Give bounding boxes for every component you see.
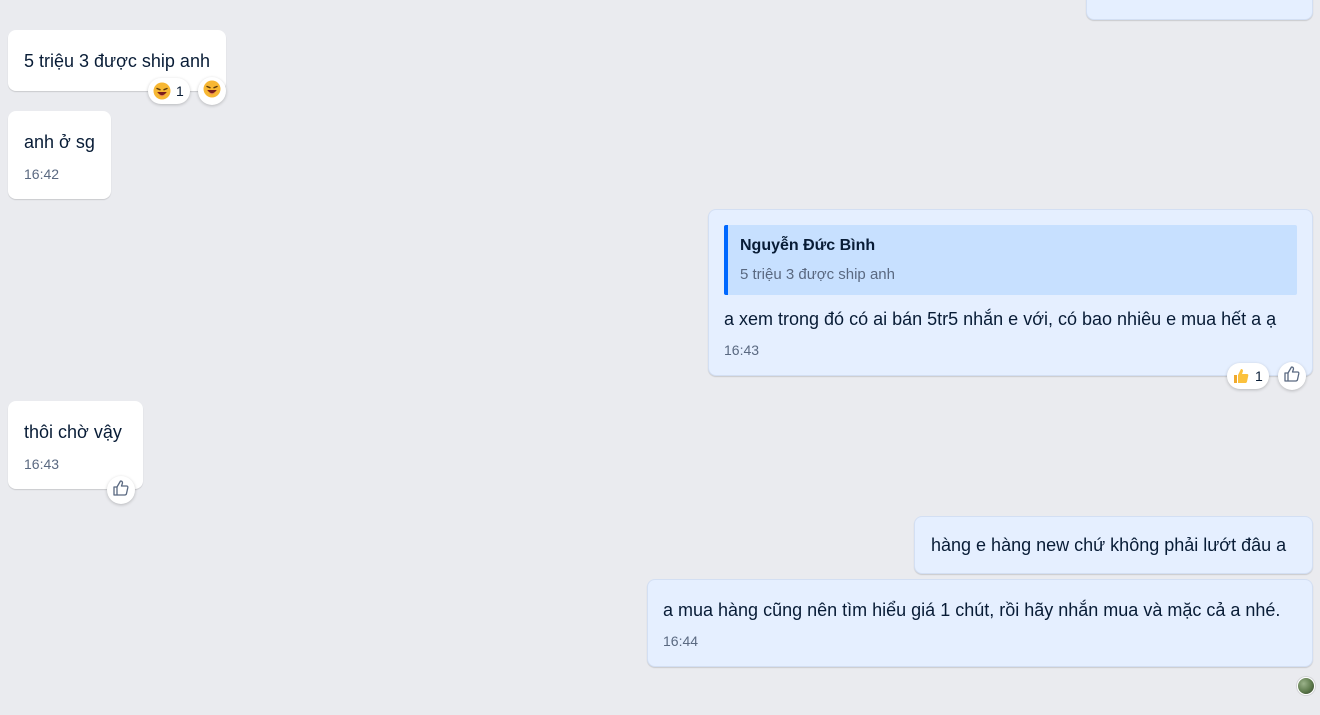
- message-bubble-partial[interactable]: [1086, 0, 1313, 20]
- message-time: 16:44: [663, 633, 699, 649]
- reaction-summary[interactable]: 1: [1227, 363, 1269, 389]
- message-text: anh ở sg: [24, 132, 95, 152]
- quoted-message[interactable]: Nguyễn Đức Bình 5 triệu 3 được ship anh: [724, 225, 1297, 295]
- message-text: hàng e hàng new chứ không phải lướt đâu …: [931, 535, 1287, 555]
- message-time: 16:43: [24, 456, 60, 472]
- quote-author: Nguyễn Đức Bình: [740, 237, 876, 254]
- like-outline-icon: [112, 479, 130, 502]
- reaction-summary[interactable]: 1: [148, 78, 190, 104]
- message-bubble[interactable]: Nguyễn Đức Bình 5 triệu 3 được ship anh …: [708, 209, 1313, 376]
- message-time: 16:43: [724, 342, 760, 358]
- message-time: 16:42: [24, 166, 60, 182]
- message-text: a xem trong đó có ai bán 5tr5 nhắn e với…: [724, 309, 1277, 329]
- message-bubble[interactable]: 5 triệu 3 được ship anh: [8, 30, 226, 91]
- like-outline-icon: [1283, 365, 1301, 388]
- add-reaction-button[interactable]: [107, 476, 135, 504]
- message-text: 5 triệu 3 được ship anh: [24, 51, 210, 71]
- laughing-face-icon: [153, 82, 171, 100]
- add-reaction-button[interactable]: [198, 77, 226, 105]
- quote-text: 5 triệu 3 được ship anh: [740, 266, 895, 283]
- message-bubble[interactable]: a mua hàng cũng nên tìm hiểu giá 1 chút,…: [647, 579, 1313, 667]
- message-text: a mua hàng cũng nên tìm hiểu giá 1 chút,…: [663, 600, 1281, 620]
- seen-avatar: [1297, 677, 1315, 695]
- message-text: thôi chờ vậy: [24, 422, 122, 442]
- thumbs-up-icon: [1232, 367, 1250, 385]
- laughing-face-icon: [203, 80, 221, 103]
- message-bubble[interactable]: hàng e hàng new chứ không phải lướt đâu …: [914, 516, 1313, 574]
- message-bubble[interactable]: anh ở sg 16:42: [8, 111, 111, 199]
- reaction-count: 1: [176, 83, 184, 99]
- add-reaction-button[interactable]: [1278, 362, 1306, 390]
- reaction-count: 1: [1255, 368, 1263, 384]
